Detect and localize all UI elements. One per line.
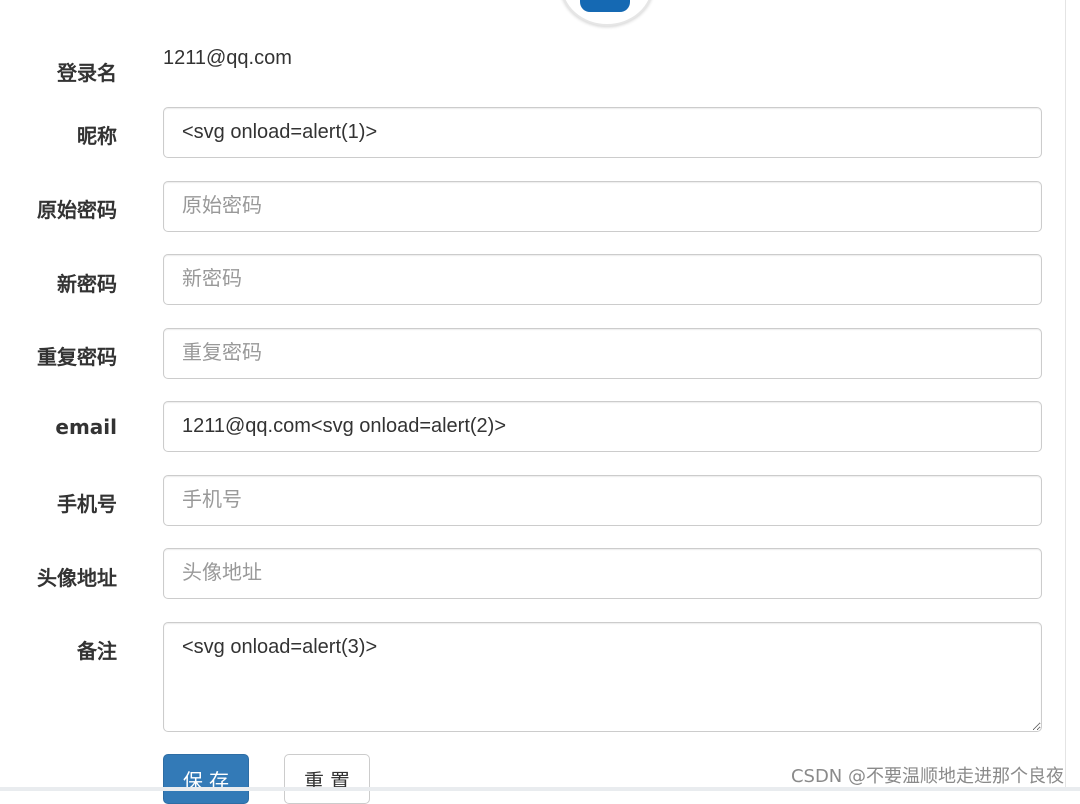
nickname-input[interactable] <box>163 107 1042 158</box>
avatar <box>560 0 654 26</box>
avatar-image <box>580 0 630 12</box>
page-scrollbar[interactable] <box>1065 0 1080 791</box>
new-password-label: 新密码 <box>57 272 117 296</box>
repeat-password-label: 重复密码 <box>37 345 117 369</box>
login-name-value: 1211@qq.com <box>163 47 292 69</box>
nickname-label: 昵称 <box>77 124 117 148</box>
phone-input[interactable] <box>163 475 1042 526</box>
phone-label: 手机号 <box>57 492 117 516</box>
reset-button[interactable]: 重置 <box>284 754 370 804</box>
old-password-label: 原始密码 <box>37 198 117 222</box>
email-label: email <box>55 415 117 439</box>
watermark: CSDN @不要温顺地走进那个良夜 <box>790 766 1064 787</box>
repeat-password-input[interactable] <box>163 328 1042 379</box>
old-password-input[interactable] <box>163 181 1042 232</box>
bottom-divider <box>0 787 1080 791</box>
new-password-input[interactable] <box>163 254 1042 305</box>
login-name-label: 登录名 <box>57 61 117 85</box>
avatar-url-label: 头像地址 <box>37 566 117 590</box>
remark-textarea[interactable]: <svg onload=alert(3)> <box>163 622 1042 732</box>
save-button[interactable]: 保存 <box>163 754 249 804</box>
email-input[interactable] <box>163 401 1042 452</box>
remark-label: 备注 <box>77 639 117 663</box>
avatar-url-input[interactable] <box>163 548 1042 599</box>
